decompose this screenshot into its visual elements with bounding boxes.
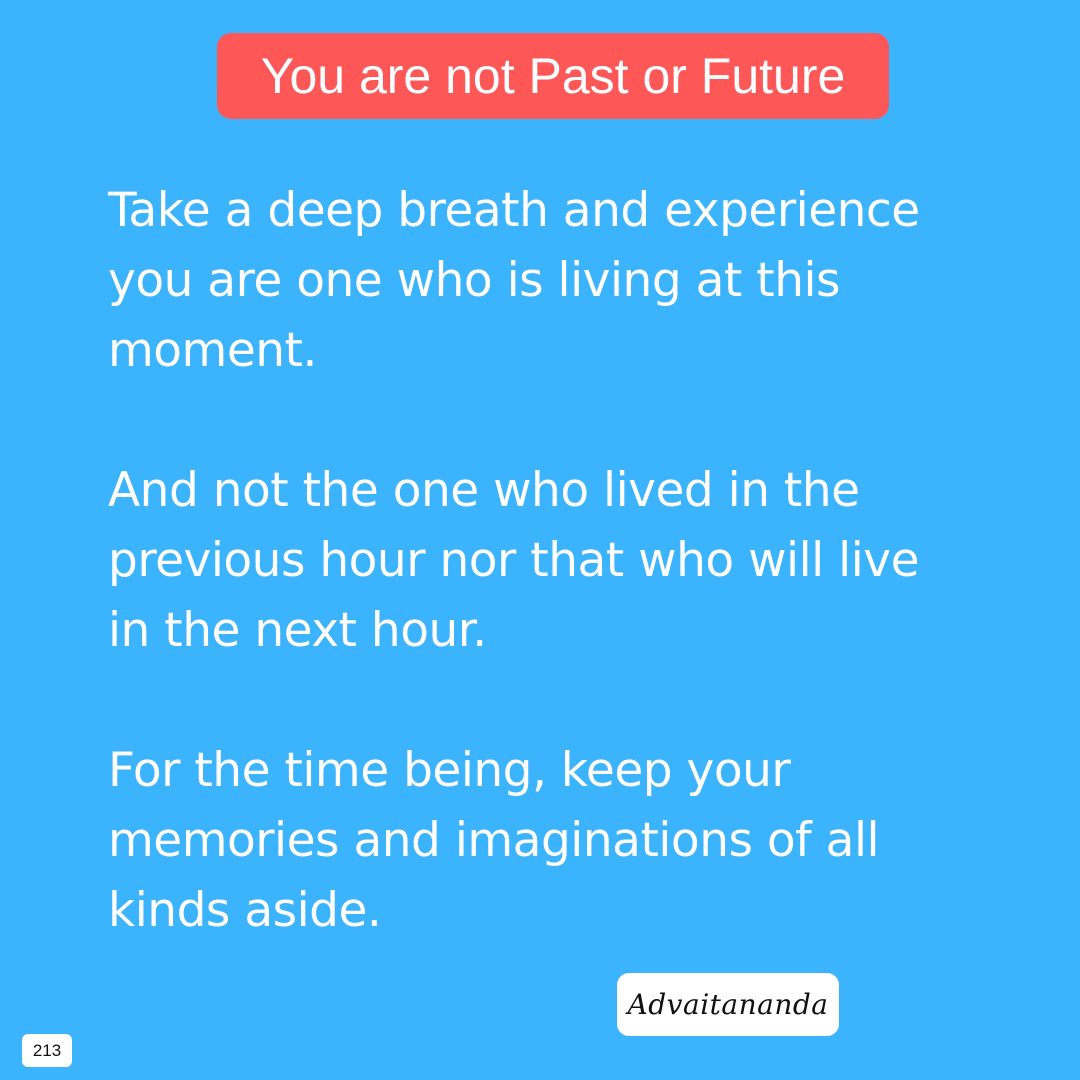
quote-line: And not the one who lived in the [108, 463, 860, 518]
quote-line: kinds aside. [108, 883, 382, 938]
quote-line: Take a deep breath and experience [108, 183, 920, 238]
page-number-badge: 213 [22, 1034, 72, 1067]
author-signature: Advaitananda [627, 988, 829, 1021]
quote-line: previous hour nor that who will live [108, 533, 920, 588]
quote-paragraph-3: For the time being, keep your memories a… [108, 736, 1038, 946]
signature-badge: Advaitananda [617, 973, 839, 1036]
quote-line: in the next hour. [108, 603, 487, 658]
quote-line: For the time being, keep your [108, 743, 791, 798]
page-title: You are not Past or Future [260, 48, 846, 104]
page-number: 213 [32, 1040, 62, 1060]
title-banner: You are not Past or Future [217, 33, 889, 119]
quote-paragraph-2: And not the one who lived in the previou… [108, 456, 1038, 666]
quote-line: memories and imaginations of all [108, 813, 880, 868]
quote-body: Take a deep breath and experience you ar… [108, 176, 1038, 946]
quote-paragraph-1: Take a deep breath and experience you ar… [108, 176, 1038, 386]
quote-line: you are one who is living at this [108, 253, 841, 308]
quote-line: moment. [108, 323, 317, 378]
